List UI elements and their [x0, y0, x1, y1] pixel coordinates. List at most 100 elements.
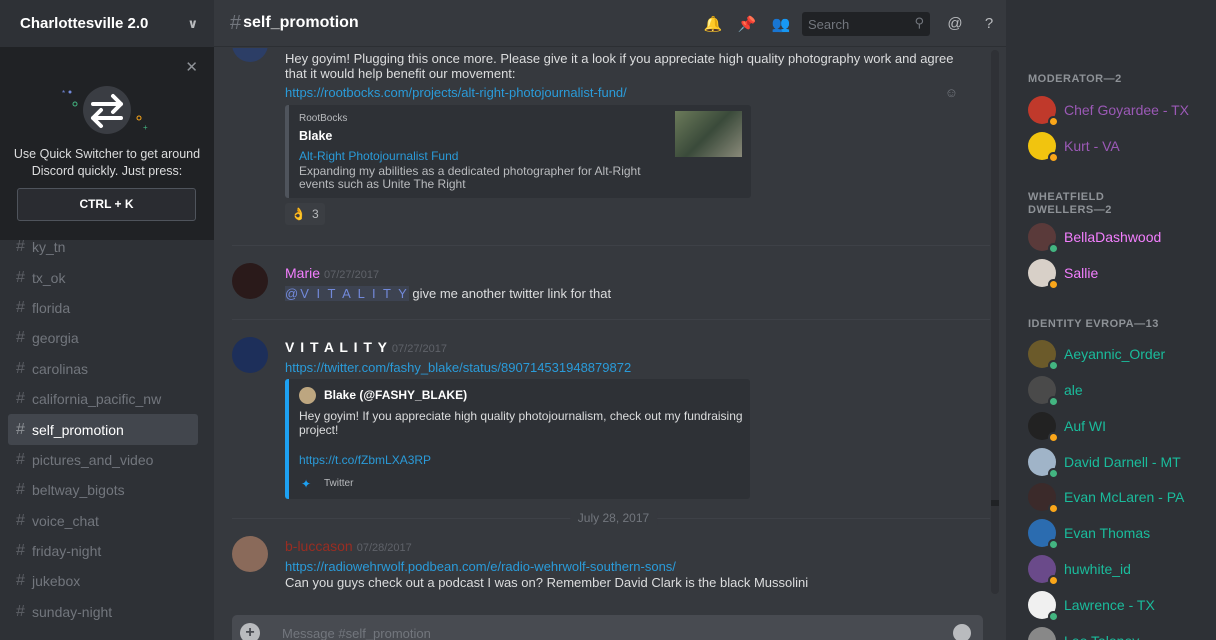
avatar: [1028, 627, 1056, 640]
channel-sidebar: Charlottesville 2.0 ∨ ✕ + * Use Quick Sw…: [0, 0, 214, 640]
member-item[interactable]: David Darnell - MT: [1028, 444, 1181, 480]
avatar: [1028, 96, 1059, 127]
user-mention[interactable]: @V I T A L I T Y: [285, 286, 409, 301]
member-item[interactable]: Auf WI: [1028, 408, 1106, 444]
avatar: [1028, 483, 1059, 514]
status-indicator: [1048, 243, 1059, 254]
username[interactable]: Marie: [285, 265, 320, 281]
channel-item[interactable]: # sunday-night: [8, 597, 198, 627]
avatar: [1028, 519, 1059, 550]
close-icon[interactable]: ✕: [185, 58, 198, 76]
member-item[interactable]: Evan McLaren - PA: [1028, 479, 1184, 515]
status-indicator: [1048, 539, 1059, 550]
channel-item[interactable]: # florida: [8, 293, 198, 323]
channel-name: sunday-night: [32, 603, 113, 620]
embed-thumbnail[interactable]: [675, 111, 742, 157]
message-link[interactable]: https://twitter.com/fashy_blake/status/8…: [285, 360, 631, 376]
channel-item[interactable]: # ky_tn: [8, 232, 198, 262]
svg-text:+: +: [143, 123, 148, 132]
channel-name: california_pacific_nw: [32, 391, 162, 408]
status-indicator: [1048, 468, 1059, 479]
username[interactable]: b-luccason: [285, 538, 353, 554]
member-name: Sallie: [1064, 265, 1099, 281]
search-input[interactable]: Search ⚲: [802, 11, 930, 36]
channel-hash-icon: #: [16, 298, 25, 316]
member-item[interactable]: BellaDashwood: [1028, 219, 1161, 255]
channel-hash-icon: #: [16, 390, 25, 408]
chevron-down-icon[interactable]: ∨: [187, 16, 198, 32]
avatar[interactable]: [232, 337, 268, 373]
channel-item[interactable]: # georgia: [8, 323, 198, 353]
avatar[interactable]: [232, 263, 268, 299]
status-indicator: [1048, 152, 1059, 163]
member-group-title: WHEATFIELD DWELLERS—2: [1028, 191, 1112, 217]
emoji-picker-icon[interactable]: [953, 624, 971, 640]
member-item[interactable]: Aeyannic_Order: [1028, 336, 1165, 372]
member-name: David Darnell - MT: [1064, 454, 1181, 470]
status-indicator: [1048, 432, 1059, 443]
avatar[interactable]: [232, 536, 268, 572]
avatar: [1028, 555, 1059, 586]
channel-item[interactable]: # pictures_and_video: [8, 445, 198, 475]
channel-hash-icon: #: [16, 572, 25, 590]
username[interactable]: V I T A L I T Y: [285, 339, 388, 355]
message: Marie 07/27/2017 @V I T A L I T Y give me…: [232, 262, 976, 312]
member-name: Evan McLaren - PA: [1064, 489, 1185, 505]
member-item[interactable]: Leo Taloney: [1028, 623, 1139, 640]
member-item[interactable]: huwhite_id: [1028, 551, 1131, 587]
channel-item[interactable]: # self_promotion: [8, 414, 198, 445]
message-link[interactable]: https://radiowehrwolf.podbean.com/e/radi…: [285, 559, 676, 575]
message-composer[interactable]: + Message #self_promotion: [232, 615, 983, 640]
avatar: [1028, 340, 1059, 371]
channel-item[interactable]: # beltway_bigots: [8, 475, 198, 505]
embed-title-link[interactable]: Alt-Right Photojournalist Fund: [299, 149, 458, 163]
embed-author[interactable]: Blake (@FASHY_BLAKE): [324, 388, 467, 402]
embed-footer: Twitter: [324, 478, 354, 489]
member-name: Leo Taloney: [1064, 633, 1139, 640]
channel-item[interactable]: # jukebox: [8, 566, 198, 596]
search-placeholder: Search: [808, 16, 850, 32]
message-link[interactable]: https://rootbocks.com/projects/alt-right…: [285, 85, 627, 101]
channel-item[interactable]: # tx_ok: [8, 262, 198, 292]
mention-icon[interactable]: @: [938, 15, 972, 32]
reaction-badge[interactable]: 👌 3: [285, 203, 325, 225]
server-header[interactable]: Charlottesville 2.0 ∨: [0, 0, 214, 48]
upload-plus-icon[interactable]: +: [240, 623, 260, 640]
channel-name: florida: [32, 299, 71, 316]
message-scrollbar[interactable]: [991, 50, 999, 594]
chat-area: # self_promotion 🔔 📌 👥 Search ⚲ @ ? Hey …: [214, 0, 1006, 640]
member-item[interactable]: Chef Goyardee - TX: [1028, 92, 1189, 128]
member-item[interactable]: Kurt - VA: [1028, 128, 1120, 164]
channel-hash-icon: #: [16, 268, 25, 286]
scrollbar-thumb[interactable]: [991, 500, 999, 506]
quick-switcher-arrows-icon: + *: [62, 86, 148, 134]
quick-switcher-shortcut-button[interactable]: CTRL + K: [17, 188, 196, 221]
twitter-embed: Blake (@FASHY_BLAKE) Hey goyim! If you a…: [285, 379, 750, 499]
member-name: BellaDashwood: [1064, 229, 1162, 245]
message-text-line: Hey goyim! Plugging this once more. Plea…: [285, 51, 954, 66]
ok-hand-emoji: 👌: [291, 207, 306, 221]
avatar[interactable]: [232, 48, 268, 62]
pin-icon[interactable]: 📌: [730, 15, 764, 33]
channel-item[interactable]: # carolinas: [8, 354, 198, 384]
member-item[interactable]: Lawrence - TX: [1028, 587, 1155, 623]
channel-item[interactable]: # california_pacific_nw: [8, 384, 198, 414]
embed-link[interactable]: https://t.co/fZbmLXA3RP: [299, 453, 431, 467]
member-item[interactable]: Sallie: [1028, 255, 1098, 291]
channel-hash-icon: #: [16, 602, 25, 620]
embed-description-line: events such as Unite The Right: [299, 177, 466, 191]
channel-name: georgia: [32, 330, 79, 347]
channel-item[interactable]: # voice_chat: [8, 506, 198, 536]
add-reaction-icon[interactable]: ☺: [945, 85, 958, 100]
embed-text-line: project!: [299, 423, 339, 437]
member-item[interactable]: ale: [1028, 372, 1083, 408]
members-icon[interactable]: 👥: [764, 15, 798, 33]
member-name: Lawrence - TX: [1064, 597, 1155, 613]
member-item[interactable]: Evan Thomas: [1028, 515, 1150, 551]
channel-hash-icon: #: [16, 420, 25, 438]
bell-icon[interactable]: 🔔: [696, 15, 730, 33]
message-body: give me another twitter link for that: [412, 286, 612, 301]
channel-item[interactable]: # friday-night: [8, 536, 198, 566]
help-icon[interactable]: ?: [972, 15, 1006, 32]
link-embed: RootBocks Blake Alt-Right Photojournalis…: [285, 105, 751, 198]
